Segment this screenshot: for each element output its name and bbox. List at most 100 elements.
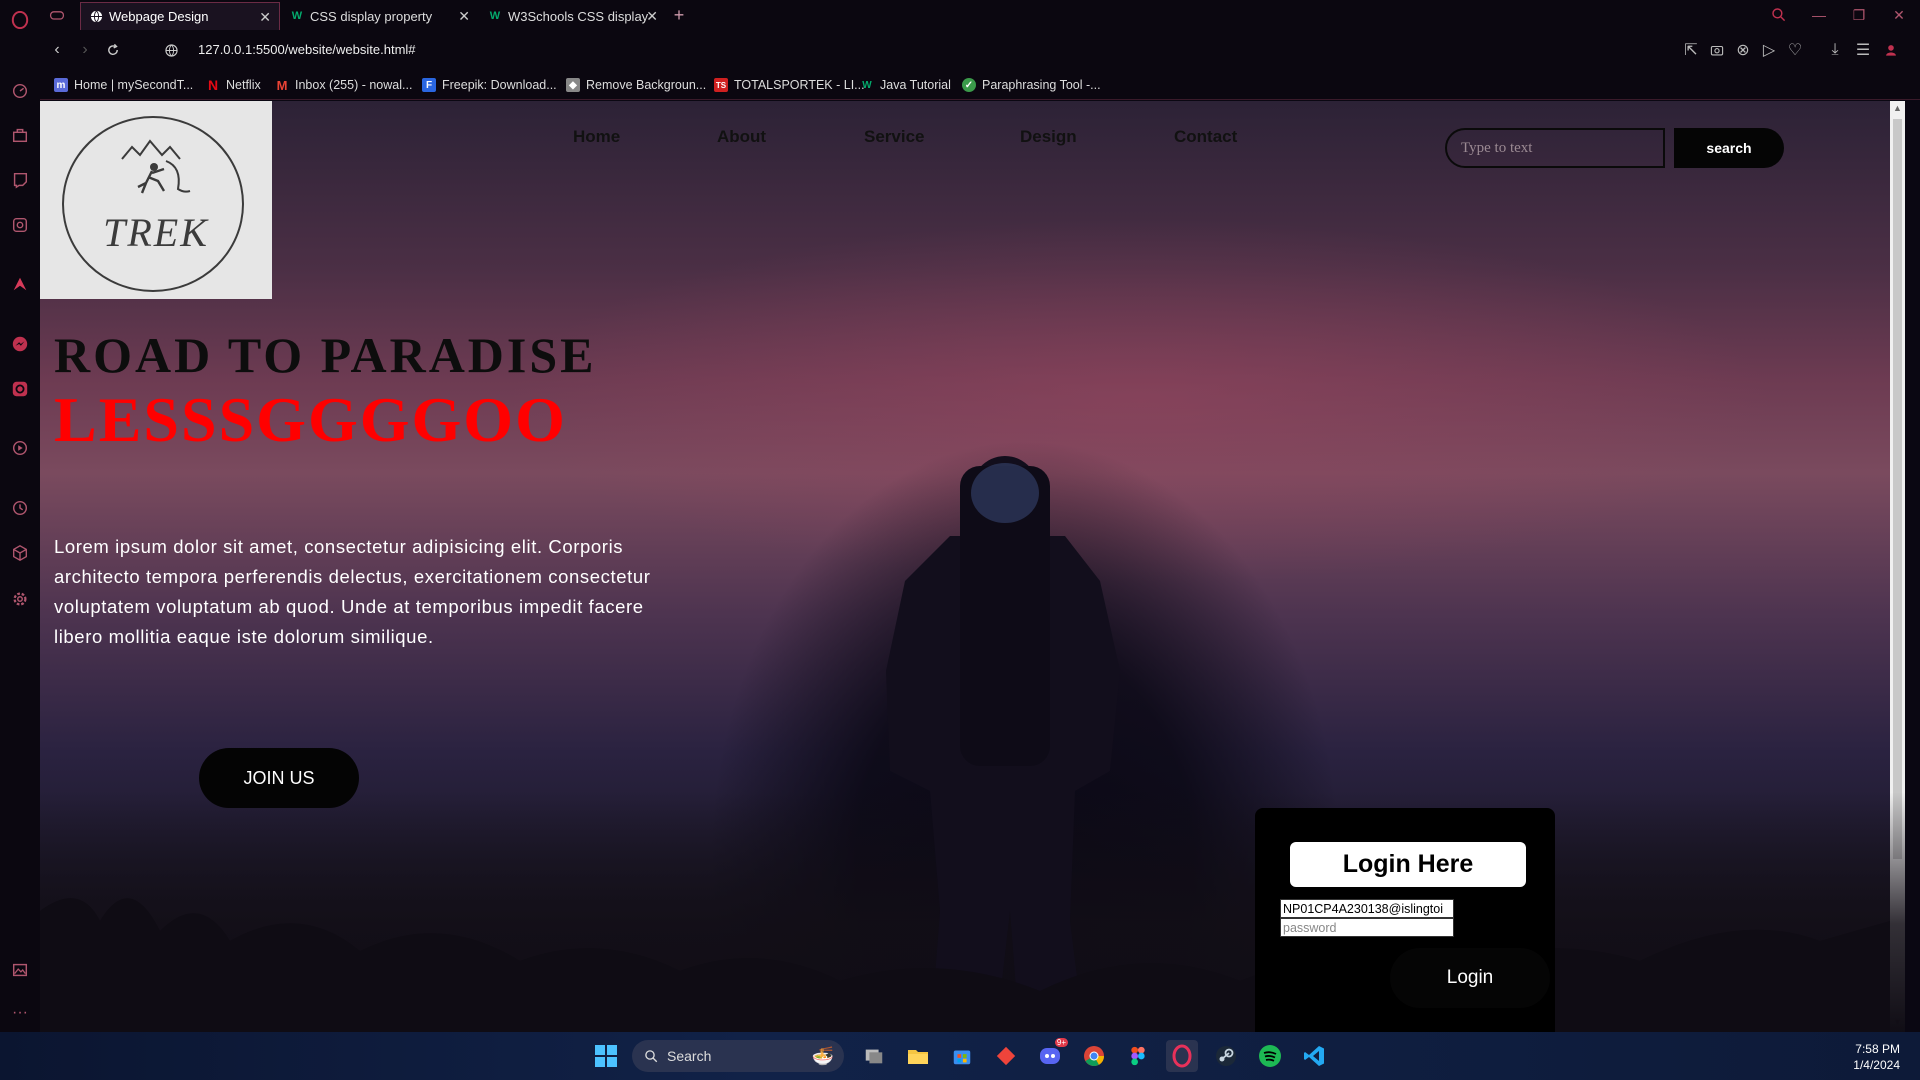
freepik-icon: F [422, 78, 436, 92]
bookmark-netflix[interactable]: N Netflix [206, 76, 261, 94]
bookmark-java-tutorial[interactable]: W Java Tutorial [860, 76, 951, 94]
tab-webpage-design[interactable]: Webpage Design ✕ [80, 2, 280, 30]
search-tabs-icon[interactable] [1770, 6, 1788, 24]
site-info-globe-icon[interactable] [162, 41, 180, 59]
bookmark-label: Inbox (255) - nowal... [295, 78, 413, 92]
player-icon[interactable] [9, 214, 31, 236]
nav-link-about[interactable]: About [717, 127, 766, 147]
speed-dial-icon[interactable] [9, 80, 31, 102]
share-icon[interactable]: ⇱ [1682, 41, 1700, 59]
page-viewport: TREK Home About Service Design Contact s… [40, 101, 1905, 1032]
tab-title: CSS display property [310, 8, 433, 24]
nav-link-contact[interactable]: Contact [1174, 127, 1237, 147]
url-field[interactable]: 127.0.0.1:5500/website/website.html# [198, 42, 416, 57]
reload-icon[interactable] [104, 41, 122, 59]
settings-gear-icon[interactable] [9, 588, 31, 610]
profile-icon[interactable] [1882, 41, 1900, 59]
tab-title: Webpage Design [109, 9, 209, 24]
bookmark-remove-background[interactable]: ◆ Remove Backgroun... [566, 76, 706, 94]
close-tab-icon[interactable]: ✕ [259, 9, 271, 26]
vscode-icon[interactable] [1298, 1040, 1330, 1072]
new-tab-button[interactable]: + [670, 5, 688, 25]
anydesk-icon[interactable] [990, 1040, 1022, 1072]
close-tab-icon[interactable]: ✕ [646, 8, 658, 25]
bookmarks-bar: m Home | mySecondT... N Netflix M Inbox … [40, 70, 1920, 100]
browser-sidebar: ··· [0, 0, 40, 1032]
restore-window-icon[interactable]: ❐ [1850, 6, 1868, 24]
twitch-icon[interactable] [9, 169, 31, 191]
search-button[interactable]: search [1674, 128, 1784, 168]
search-input[interactable] [1445, 128, 1665, 168]
easy-setup-icon[interactable]: ☰ [1854, 41, 1872, 59]
bookmark-totalsportek[interactable]: TS TOTALSPORTEK - LI... [714, 76, 865, 94]
spotify-icon[interactable] [1254, 1040, 1286, 1072]
bookmark-inbox[interactable]: M Inbox (255) - nowal... [275, 76, 413, 94]
aria-ai-icon[interactable] [9, 273, 31, 295]
close-window-icon[interactable]: ✕ [1890, 6, 1908, 24]
back-arrow-icon[interactable]: ‹ [48, 41, 66, 59]
microsoft-store-icon[interactable] [946, 1040, 978, 1072]
food-bowl-icon: 🍜 [811, 1045, 834, 1066]
instagram-icon[interactable] [9, 378, 31, 400]
send-icon[interactable]: ▷ [1760, 41, 1778, 59]
taskbar-search[interactable]: Search 🍜 [632, 1040, 844, 1072]
hero-subtitle: LESSSGGGGOO [54, 384, 567, 455]
gaming-controller-icon[interactable] [48, 6, 66, 24]
minimize-icon[interactable]: — [1810, 6, 1828, 24]
ad-blocker-icon[interactable]: ⊗ [1734, 41, 1752, 59]
email-field[interactable] [1280, 899, 1454, 918]
download-icon[interactable]: ⤓ [1826, 41, 1844, 59]
page-scrollbar[interactable]: ▲ ▼ [1890, 101, 1905, 1032]
opera-gx-icon[interactable] [1166, 1040, 1198, 1072]
messenger-icon[interactable] [9, 333, 31, 355]
tab-w3schools-css-display[interactable]: W W3Schools CSS display der ✕ [480, 2, 666, 30]
shopping-bag-icon[interactable] [9, 124, 31, 146]
site-logo[interactable]: TREK [40, 101, 272, 299]
figma-icon[interactable] [1122, 1040, 1154, 1072]
clock-date: 1/4/2024 [1853, 1058, 1900, 1072]
tab-bar: Webpage Design ✕ W CSS display property … [40, 0, 1920, 30]
more-options-icon[interactable]: ··· [9, 1002, 31, 1024]
mysecondteacher-icon: m [54, 78, 68, 92]
bookmark-home-mysecondt[interactable]: m Home | mySecondT... [54, 76, 193, 94]
bookmark-freepik[interactable]: F Freepik: Download... [422, 76, 557, 94]
remove-bg-icon: ◆ [566, 78, 580, 92]
netflix-icon: N [207, 77, 219, 93]
forward-arrow-icon[interactable]: › [76, 41, 94, 59]
file-explorer-icon[interactable] [902, 1040, 934, 1072]
scrollbar-thumb[interactable] [1893, 119, 1902, 859]
password-field[interactable] [1280, 918, 1454, 937]
music-player-icon[interactable] [9, 437, 31, 459]
snapshot-camera-icon[interactable] [1708, 41, 1726, 59]
nav-link-service[interactable]: Service [864, 127, 925, 147]
windows-start-icon[interactable] [590, 1040, 622, 1072]
tab-css-display-property[interactable]: W CSS display property ✕ [282, 2, 478, 30]
extensions-cube-icon[interactable] [9, 542, 31, 564]
scroll-down-arrow-icon[interactable]: ▼ [1892, 1017, 1903, 1029]
heart-icon[interactable]: ♡ [1786, 41, 1804, 59]
gmail-icon: M [276, 77, 288, 93]
scroll-up-arrow-icon[interactable]: ▲ [1892, 103, 1903, 115]
climber-icon [121, 139, 191, 194]
discord-icon[interactable]: 9+ [1034, 1038, 1068, 1072]
clock-time: 7:58 PM [1855, 1042, 1900, 1056]
task-view-icon[interactable] [858, 1040, 890, 1072]
bookmark-label: Home | mySecondT... [74, 78, 194, 92]
nav-link-design[interactable]: Design [1020, 127, 1077, 147]
bookmark-label: Java Tutorial [880, 78, 951, 92]
bookmark-label: Remove Backgroun... [586, 78, 707, 92]
bookmark-paraphrasing-tool[interactable]: ✓ Paraphrasing Tool -... [962, 76, 1101, 94]
history-icon[interactable] [9, 497, 31, 519]
join-us-button[interactable]: JOIN US [199, 748, 359, 808]
opera-logo-icon[interactable] [9, 9, 31, 31]
logo-text: TREK [103, 210, 209, 255]
wallpaper-icon[interactable] [9, 959, 31, 981]
system-clock[interactable]: 7:58 PM 1/4/2024 [1853, 1041, 1900, 1073]
tab-title: W3Schools CSS display der [508, 8, 650, 24]
login-button[interactable]: Login [1390, 948, 1550, 1008]
chrome-icon[interactable] [1078, 1040, 1110, 1072]
windows-taskbar: Search 🍜 9+ 7:58 PM 1/4/2024 [0, 1032, 1920, 1080]
nav-link-home[interactable]: Home [573, 127, 620, 147]
steam-icon[interactable] [1210, 1040, 1242, 1072]
close-tab-icon[interactable]: ✕ [458, 8, 470, 25]
